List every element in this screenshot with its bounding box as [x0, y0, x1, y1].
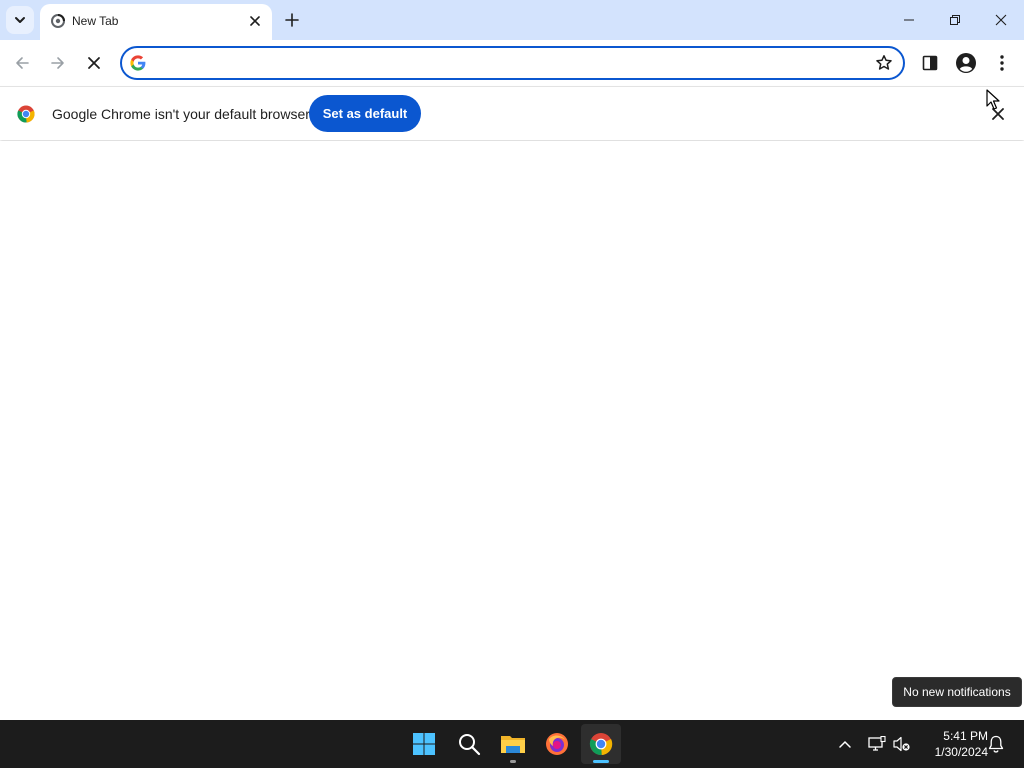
stop-loading-button[interactable] — [79, 48, 109, 78]
more-vert-icon — [1000, 55, 1004, 71]
loading-favicon-icon — [51, 14, 65, 28]
toolbar — [0, 40, 1024, 86]
file-explorer-icon — [501, 736, 525, 753]
stop-icon — [88, 57, 100, 69]
chrome-logo-icon — [17, 105, 35, 123]
tab-new-tab[interactable]: New Tab — [40, 4, 272, 40]
side-panel-icon — [922, 55, 938, 71]
minimize-button[interactable] — [886, 0, 932, 40]
address-input[interactable] — [152, 52, 852, 74]
tab-search-button[interactable] — [6, 6, 34, 34]
avatar-icon — [956, 53, 976, 73]
taskbar-clock[interactable]: 5:41 PM 1/30/2024 — [918, 726, 988, 762]
network-button[interactable] — [865, 732, 889, 756]
forward-button[interactable] — [43, 48, 73, 78]
notification-center-button[interactable] — [984, 732, 1008, 756]
minimize-icon — [904, 19, 914, 21]
volume-button[interactable] — [890, 732, 914, 756]
side-panel-button[interactable] — [915, 48, 945, 78]
chrome-icon — [589, 733, 613, 756]
taskbar-chrome[interactable] — [581, 724, 621, 764]
google-icon — [130, 55, 146, 71]
chevron-up-icon — [839, 740, 851, 748]
chevron-down-icon — [15, 17, 25, 23]
bell-icon — [988, 735, 1004, 753]
network-icon — [868, 736, 886, 751]
windows-start-icon — [413, 733, 435, 755]
tab-close-button[interactable] — [246, 12, 264, 30]
bookmark-star-icon[interactable] — [875, 54, 893, 72]
default-browser-infobar: Google Chrome isn't your default browser… — [0, 86, 1024, 140]
plus-icon — [285, 13, 299, 27]
notification-toast: No new notifications — [892, 677, 1022, 707]
taskbar: 5:41 PM 1/30/2024 — [0, 720, 1024, 768]
set-as-default-button[interactable]: Set as default — [309, 95, 421, 132]
firefox-icon — [546, 733, 568, 755]
infobar-message: Google Chrome isn't your default browser — [52, 106, 310, 122]
start-button[interactable] — [404, 724, 444, 764]
profile-button[interactable] — [951, 48, 981, 78]
taskbar-firefox[interactable] — [537, 724, 577, 764]
forward-arrow-icon — [51, 57, 64, 69]
restore-icon — [950, 15, 960, 25]
search-icon — [459, 734, 481, 756]
show-hidden-icons-button[interactable] — [833, 732, 857, 756]
mouse-cursor-icon — [986, 89, 1000, 110]
close-icon — [995, 14, 1007, 26]
taskbar-file-explorer[interactable] — [493, 724, 533, 764]
address-bar[interactable] — [120, 46, 905, 80]
menu-button[interactable] — [987, 48, 1017, 78]
new-tab-button[interactable] — [280, 8, 304, 32]
active-indicator — [593, 760, 609, 763]
tab-title: New Tab — [72, 14, 119, 28]
close-icon — [250, 16, 260, 26]
back-arrow-icon — [16, 57, 29, 69]
restore-button[interactable] — [932, 0, 978, 40]
running-indicator — [510, 760, 516, 763]
clock-date: 1/30/2024 — [934, 745, 988, 759]
page-content — [0, 141, 1024, 720]
volume-muted-icon — [893, 736, 910, 752]
back-button[interactable] — [7, 48, 37, 78]
clock-time: 5:41 PM — [943, 729, 988, 743]
close-window-button[interactable] — [978, 0, 1024, 40]
tab-strip: New Tab — [0, 0, 1024, 40]
taskbar-search-button[interactable] — [449, 724, 489, 764]
